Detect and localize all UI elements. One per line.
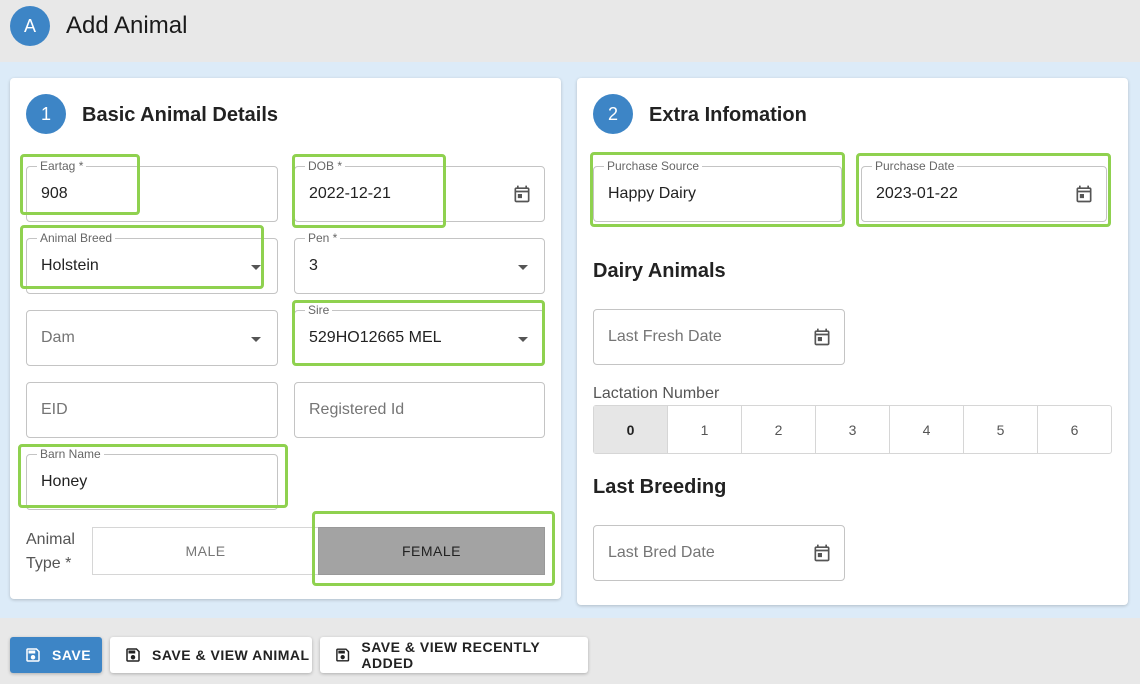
eid-placeholder: EID xyxy=(41,401,68,418)
eid-field[interactable]: EID xyxy=(26,382,278,438)
dam-placeholder: Dam xyxy=(41,329,75,346)
save-view-recent-button[interactable]: SAVE & VIEW RECENTLY ADDED xyxy=(320,637,588,673)
lactation-option[interactable]: 0 xyxy=(594,406,668,453)
save-view-recent-label: SAVE & VIEW RECENTLY ADDED xyxy=(361,639,540,671)
sire-label: Sire xyxy=(305,303,333,317)
last-bred-date-placeholder: Last Bred Date xyxy=(608,544,715,561)
dob-value: 2022-12-21 xyxy=(309,185,391,202)
chevron-down-icon xyxy=(518,265,528,270)
purchase-date-field[interactable]: Purchase Date 2023-01-22 xyxy=(861,159,1107,222)
lactation-number-label: Lactation Number xyxy=(593,385,720,402)
floppy-disk-icon xyxy=(126,648,140,662)
lactation-option[interactable]: 5 xyxy=(964,406,1038,453)
purchase-source-label: Purchase Source xyxy=(604,159,703,173)
dam-select[interactable]: Dam xyxy=(26,310,278,366)
save-label: SAVE xyxy=(52,647,92,663)
lactation-option[interactable]: 6 xyxy=(1038,406,1111,453)
floppy-disk-icon xyxy=(336,648,350,662)
eartag-field[interactable]: Eartag * 908 xyxy=(26,159,278,222)
save-view-animal-label: SAVE & VIEW ANIMAL xyxy=(152,647,310,663)
step-1-badge: 1 xyxy=(26,94,66,134)
registered-id-field[interactable]: Registered Id xyxy=(294,382,545,438)
top-bar: A Add Animal xyxy=(0,0,1140,62)
last-breeding-heading: Last Breeding xyxy=(593,476,727,498)
lactation-number-group: 0 1 2 3 4 5 6 xyxy=(593,405,1112,454)
lactation-option[interactable]: 4 xyxy=(890,406,964,453)
basic-details-title: Basic Animal Details xyxy=(82,104,279,126)
dob-field[interactable]: DOB * 2022-12-21 xyxy=(294,159,545,222)
last-bred-date-field[interactable]: Last Bred Date xyxy=(593,525,845,581)
lactation-option[interactable]: 3 xyxy=(816,406,890,453)
animal-breed-label: Animal Breed xyxy=(37,231,116,245)
pen-value: 3 xyxy=(309,257,318,274)
female-toggle[interactable]: FEMALE xyxy=(318,527,545,575)
animal-breed-select[interactable]: Animal Breed Holstein xyxy=(26,231,278,294)
dairy-animals-heading: Dairy Animals xyxy=(593,260,726,282)
page-title: Add Animal xyxy=(66,12,188,39)
pen-select[interactable]: Pen * 3 xyxy=(294,231,545,294)
barn-name-field[interactable]: Barn Name Honey xyxy=(26,447,278,510)
pen-label: Pen * xyxy=(305,231,341,245)
last-fresh-date-field[interactable]: Last Fresh Date xyxy=(593,309,845,365)
dob-label: DOB * xyxy=(305,159,346,173)
animal-type-label: Animal Type * xyxy=(26,531,75,572)
step-2-badge: 2 xyxy=(593,94,633,134)
extra-information-title: Extra Infomation xyxy=(649,104,807,126)
lactation-option[interactable]: 1 xyxy=(668,406,742,453)
purchase-source-value: Happy Dairy xyxy=(608,185,697,202)
purchase-source-field[interactable]: Purchase Source Happy Dairy xyxy=(593,159,842,222)
lactation-option[interactable]: 2 xyxy=(742,406,816,453)
barn-name-value: Honey xyxy=(41,473,88,490)
avatar: A xyxy=(10,6,50,46)
barn-name-label: Barn Name xyxy=(37,447,104,461)
calendar-icon[interactable] xyxy=(812,327,832,347)
eartag-value: 908 xyxy=(41,185,68,202)
eartag-label: Eartag * xyxy=(37,159,87,173)
purchase-date-label: Purchase Date xyxy=(872,159,958,173)
chevron-down-icon xyxy=(251,337,261,342)
save-view-animal-button[interactable]: SAVE & VIEW ANIMAL xyxy=(110,637,312,673)
chevron-down-icon xyxy=(518,337,528,342)
animal-breed-value: Holstein xyxy=(41,257,99,274)
registered-id-placeholder: Registered Id xyxy=(309,401,405,418)
calendar-icon[interactable] xyxy=(512,184,532,204)
sire-select[interactable]: Sire 529HO12665 MEL xyxy=(294,303,545,366)
last-fresh-date-placeholder: Last Fresh Date xyxy=(608,328,722,345)
male-toggle[interactable]: MALE xyxy=(92,527,319,575)
floppy-disk-icon xyxy=(26,648,40,662)
calendar-icon[interactable] xyxy=(812,543,832,563)
save-button[interactable]: SAVE xyxy=(10,637,102,673)
chevron-down-icon xyxy=(251,265,261,270)
purchase-date-value: 2023-01-22 xyxy=(876,185,958,202)
sire-value: 529HO12665 MEL xyxy=(309,329,442,346)
calendar-icon[interactable] xyxy=(1074,184,1094,204)
